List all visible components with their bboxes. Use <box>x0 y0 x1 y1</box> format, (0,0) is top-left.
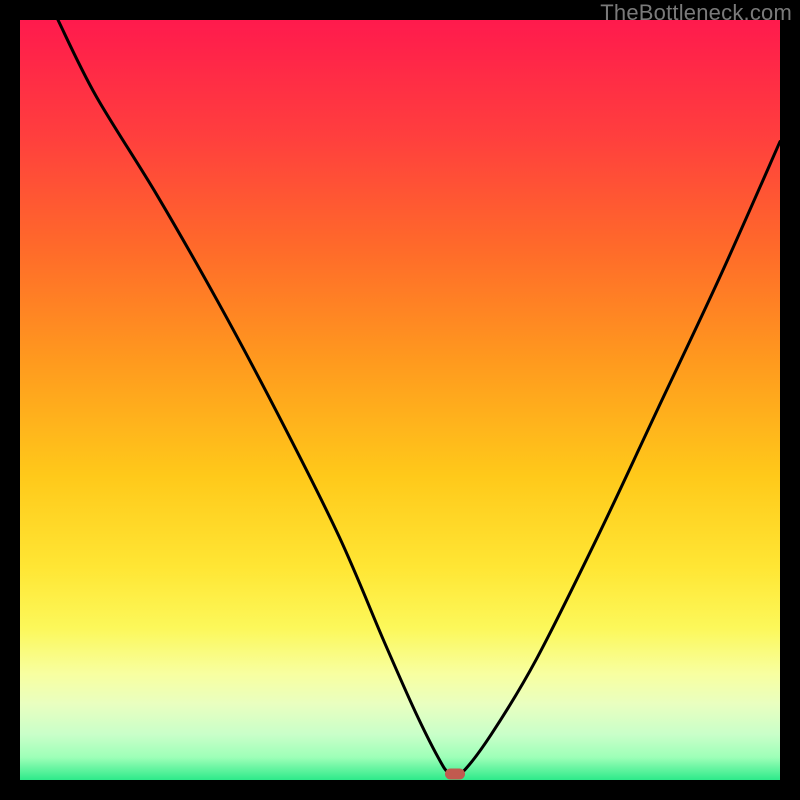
chart-stage: TheBottleneck.com <box>0 0 800 800</box>
watermark-text: TheBottleneck.com <box>600 0 792 26</box>
optimal-point-marker <box>445 768 465 779</box>
bottleneck-curve <box>20 20 780 780</box>
plot-area <box>20 20 780 780</box>
